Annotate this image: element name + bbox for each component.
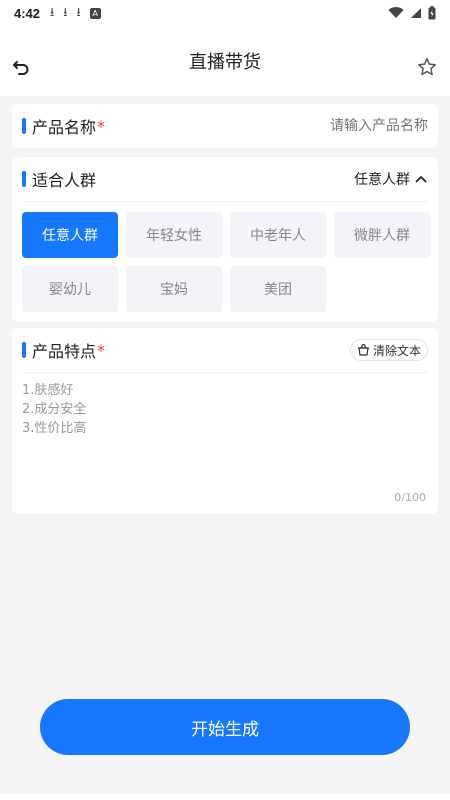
audience-option-elderly[interactable]: 中老年人 — [230, 212, 326, 258]
bottom-bar — [0, 794, 450, 800]
audience-option-moms[interactable]: 宝妈 — [126, 266, 222, 312]
audience-option-infants[interactable]: 婴幼儿 — [22, 266, 118, 312]
status-right — [388, 6, 436, 20]
audience-option-plus-size[interactable]: 微胖人群 — [334, 212, 430, 258]
section-marker — [22, 171, 26, 187]
star-icon[interactable] — [416, 56, 438, 78]
start-generate-button[interactable]: 开始生成 — [40, 699, 410, 755]
clear-text-button[interactable]: 清除文本 — [349, 339, 428, 361]
features-label: 产品特点 — [32, 342, 97, 361]
product-name-card: 产品名称 * — [12, 104, 438, 148]
signal-icon — [411, 8, 421, 18]
audience-label: 适合人群 — [32, 171, 97, 190]
product-name-label: 产品名称 — [32, 118, 97, 137]
battery-icon — [428, 6, 436, 20]
clear-text-label: 清除文本 — [372, 343, 421, 358]
audience-card: 适合人群 任意人群 任意人群 年轻女性 中老年人 微胖人群 婴幼儿 宝妈 美团 — [12, 157, 438, 322]
section-marker — [22, 118, 26, 134]
status-bar: 4:42 ⭳ ⭳ ⭳ A — [0, 0, 450, 26]
a-icon: A — [89, 7, 101, 19]
download-icon: ⭳ — [63, 4, 68, 19]
char-counter: 0/100 — [394, 491, 426, 504]
product-name-row: 产品名称 * — [12, 104, 438, 148]
status-time: 4:42 — [14, 5, 41, 21]
divider — [22, 372, 428, 373]
required-mark: * — [97, 340, 106, 360]
audience-option-any[interactable]: 任意人群 — [22, 212, 118, 258]
required-mark: * — [97, 116, 106, 136]
chevron-up-icon — [415, 176, 427, 183]
download-icon: ⭳ — [76, 4, 81, 19]
app-header: 直播带货 — [0, 26, 450, 96]
page-title: 直播带货 — [189, 52, 261, 73]
audience-options: 任意人群 年轻女性 中老年人 微胖人群 婴幼儿 宝妈 美团 — [12, 202, 438, 322]
audience-dropdown[interactable]: 任意人群 — [354, 169, 428, 189]
audience-option-meituan[interactable]: 美团 — [230, 266, 326, 312]
audience-option-young-women[interactable]: 年轻女性 — [126, 212, 222, 258]
eraser-icon — [357, 344, 369, 356]
features-header-row: 产品特点 * 清除文本 — [12, 328, 438, 372]
features-card: 产品特点 * 清除文本 0/100 — [12, 328, 438, 514]
download-icon: ⭳ — [50, 4, 55, 19]
section-marker — [22, 342, 26, 358]
wifi-icon — [388, 7, 404, 19]
features-textarea[interactable] — [22, 381, 428, 491]
product-name-input[interactable] — [268, 118, 428, 134]
audience-selected-value: 任意人群 — [354, 172, 410, 188]
back-icon[interactable] — [10, 56, 32, 78]
audience-header-row: 适合人群 任意人群 — [12, 157, 438, 201]
